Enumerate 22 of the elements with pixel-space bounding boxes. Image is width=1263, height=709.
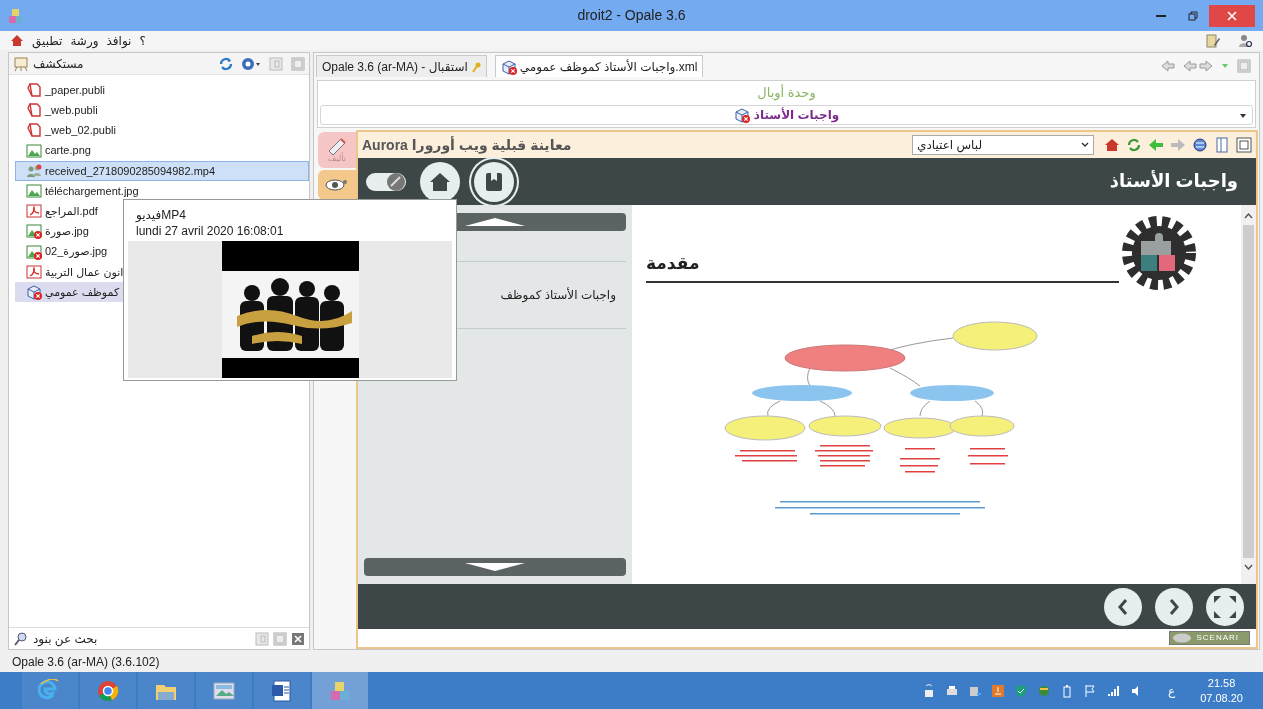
- module-title: وحدة أوبال: [756, 83, 817, 103]
- file-name: صورة_02.jpg: [45, 244, 108, 260]
- file-name: صورة.jpg: [45, 224, 89, 240]
- preview-title: معاينة قبلية ويب أورورا Aurora: [362, 135, 572, 156]
- status-text: Opale 3.6 (ar-MA) (3.6.102): [11, 654, 161, 671]
- tooltip-date: lundi 27 avril 2020 16:08:01: [135, 223, 285, 238]
- section-heading: مقدمة: [646, 253, 701, 275]
- search-label: بحث عن بنود: [33, 630, 98, 648]
- file-name: téléchargement.jpg: [45, 183, 139, 199]
- panel-title: مستكشف: [33, 55, 84, 73]
- file-name: المراجع.pdf: [45, 203, 98, 220]
- file-name: _web.publi: [45, 103, 98, 119]
- file-name: _paper.publi: [45, 82, 105, 98]
- file-name: carte.png: [45, 143, 91, 159]
- file-name: انون عمال التربية: [45, 264, 124, 281]
- file-name: _web_02.publi: [45, 123, 116, 139]
- brand-name: SCENARI: [1196, 632, 1239, 644]
- file-name: received_2718090285094982.mp4: [45, 163, 216, 179]
- page-title: واجبات الأستاذ: [1109, 169, 1239, 194]
- file-name: كموظف عمومي: [45, 284, 120, 301]
- window-title: droit2 - Opale 3.6: [577, 6, 686, 25]
- tooltip-title: فيديوMP4: [134, 207, 187, 222]
